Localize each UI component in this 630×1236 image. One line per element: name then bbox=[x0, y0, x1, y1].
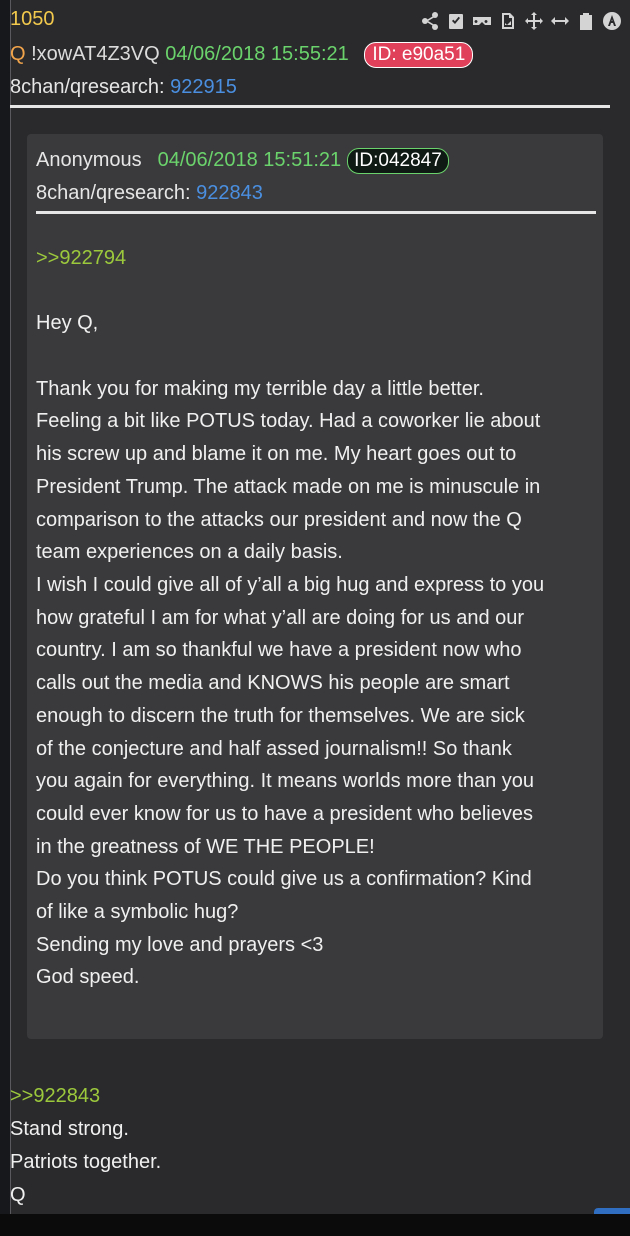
post-toolbar bbox=[420, 8, 622, 34]
quoted-line: Feeling a bit like POTUS today. Had a co… bbox=[36, 410, 541, 433]
board-label: 8chan/qresearch: bbox=[10, 76, 165, 98]
quoted-line: Sending my love and prayers <3 bbox=[36, 933, 324, 956]
post-topbar: 1050 bbox=[10, 8, 622, 34]
quoted-body: >>922794 Hey Q, Thank you for making my … bbox=[36, 242, 598, 994]
quoted-line: I wish I could give all of y’all a big h… bbox=[36, 574, 545, 596]
document-icon[interactable] bbox=[498, 11, 518, 31]
quoted-line: team experiences on a daily basis. bbox=[36, 541, 343, 564]
quoted-post: Anonymous 04/06/2018 15:51:21 ID:042847 8c… bbox=[27, 134, 603, 1039]
post-header: Q !xowAT4Z3VQ 04/06/2018 15:55:21 ID: e9… bbox=[10, 42, 474, 68]
resize-icon[interactable] bbox=[550, 11, 570, 31]
q-marker: Q bbox=[10, 43, 26, 65]
post-number: 1050 bbox=[10, 8, 55, 30]
quoted-reply-link[interactable]: >>922794 bbox=[36, 242, 598, 275]
a-circle-icon[interactable] bbox=[602, 11, 622, 31]
quoted-line: his screw up and blame it on me. My hear… bbox=[36, 443, 517, 466]
quoted-line: of like a symbolic hug? bbox=[36, 901, 239, 924]
quoted-line: how grateful I am for what y’all are doi… bbox=[36, 606, 525, 629]
quoted-line: could ever know for us to have a preside… bbox=[36, 802, 533, 825]
quoted-line: Do you think POTUS could give us a confi… bbox=[36, 868, 532, 891]
clipboard-icon[interactable] bbox=[576, 11, 596, 31]
checkbox-icon[interactable] bbox=[446, 11, 466, 31]
quoted-line: country. I am so thankful we have a pres… bbox=[36, 639, 522, 662]
quoted-line: comparison to the attacks our president … bbox=[36, 508, 522, 531]
quoted-greeting: Hey Q, bbox=[36, 312, 99, 335]
quoted-post-header: Anonymous 04/06/2018 15:51:21 ID:042847 bbox=[36, 148, 449, 174]
reply-link[interactable]: >>922843 bbox=[10, 1080, 161, 1113]
header-divider bbox=[10, 105, 610, 108]
quoted-divider bbox=[36, 211, 596, 214]
post-board-line: 8chan/qresearch: 922915 bbox=[10, 76, 237, 99]
poster-id-badge[interactable]: ID: e90a51 bbox=[364, 42, 474, 68]
quoted-line: of the conjecture and half assed journal… bbox=[36, 737, 512, 760]
quoted-line: President Trump. The attack made on me i… bbox=[36, 475, 541, 498]
reply-line: Stand strong. bbox=[10, 1118, 129, 1140]
quoted-post-link[interactable]: 922843 bbox=[196, 182, 263, 204]
quoted-line: Thank you for making my terrible day a l… bbox=[36, 377, 484, 400]
quoted-author: Anonymous bbox=[36, 149, 142, 171]
tripcode: !xowAT4Z3VQ bbox=[31, 43, 160, 65]
quoted-id-badge[interactable]: ID:042847 bbox=[347, 148, 449, 174]
q-reply: >>922843 Stand strong. Patriots together… bbox=[10, 1080, 161, 1212]
quoted-line: enough to discern the truth for themselv… bbox=[36, 704, 525, 727]
page: 1050 Q !xowAT4Z3VQ 04/06/2018 15:55:21 I… bbox=[0, 0, 630, 1236]
reply-line: Patriots together. bbox=[10, 1151, 162, 1173]
quoted-line: calls out the media and KNOWS his people… bbox=[36, 672, 510, 695]
glasses-icon[interactable] bbox=[472, 11, 492, 31]
bottom-bar bbox=[0, 1214, 630, 1236]
post-number-link[interactable]: 922915 bbox=[170, 76, 237, 98]
quoted-line: God speed. bbox=[36, 966, 140, 989]
post-date: 04/06/2018 15:55:21 bbox=[165, 43, 349, 65]
quoted-board-line: 8chan/qresearch: 922843 bbox=[36, 182, 263, 205]
move-icon[interactable] bbox=[524, 11, 544, 31]
share-icon[interactable] bbox=[420, 11, 440, 31]
reply-line: Q bbox=[10, 1184, 26, 1206]
quoted-line: you again for everything. It means world… bbox=[36, 770, 535, 793]
quoted-date: 04/06/2018 15:51:21 bbox=[157, 149, 342, 171]
quoted-board-label: 8chan/qresearch: bbox=[36, 182, 191, 204]
quoted-line: in the greatness of WE THE PEOPLE! bbox=[36, 835, 375, 858]
